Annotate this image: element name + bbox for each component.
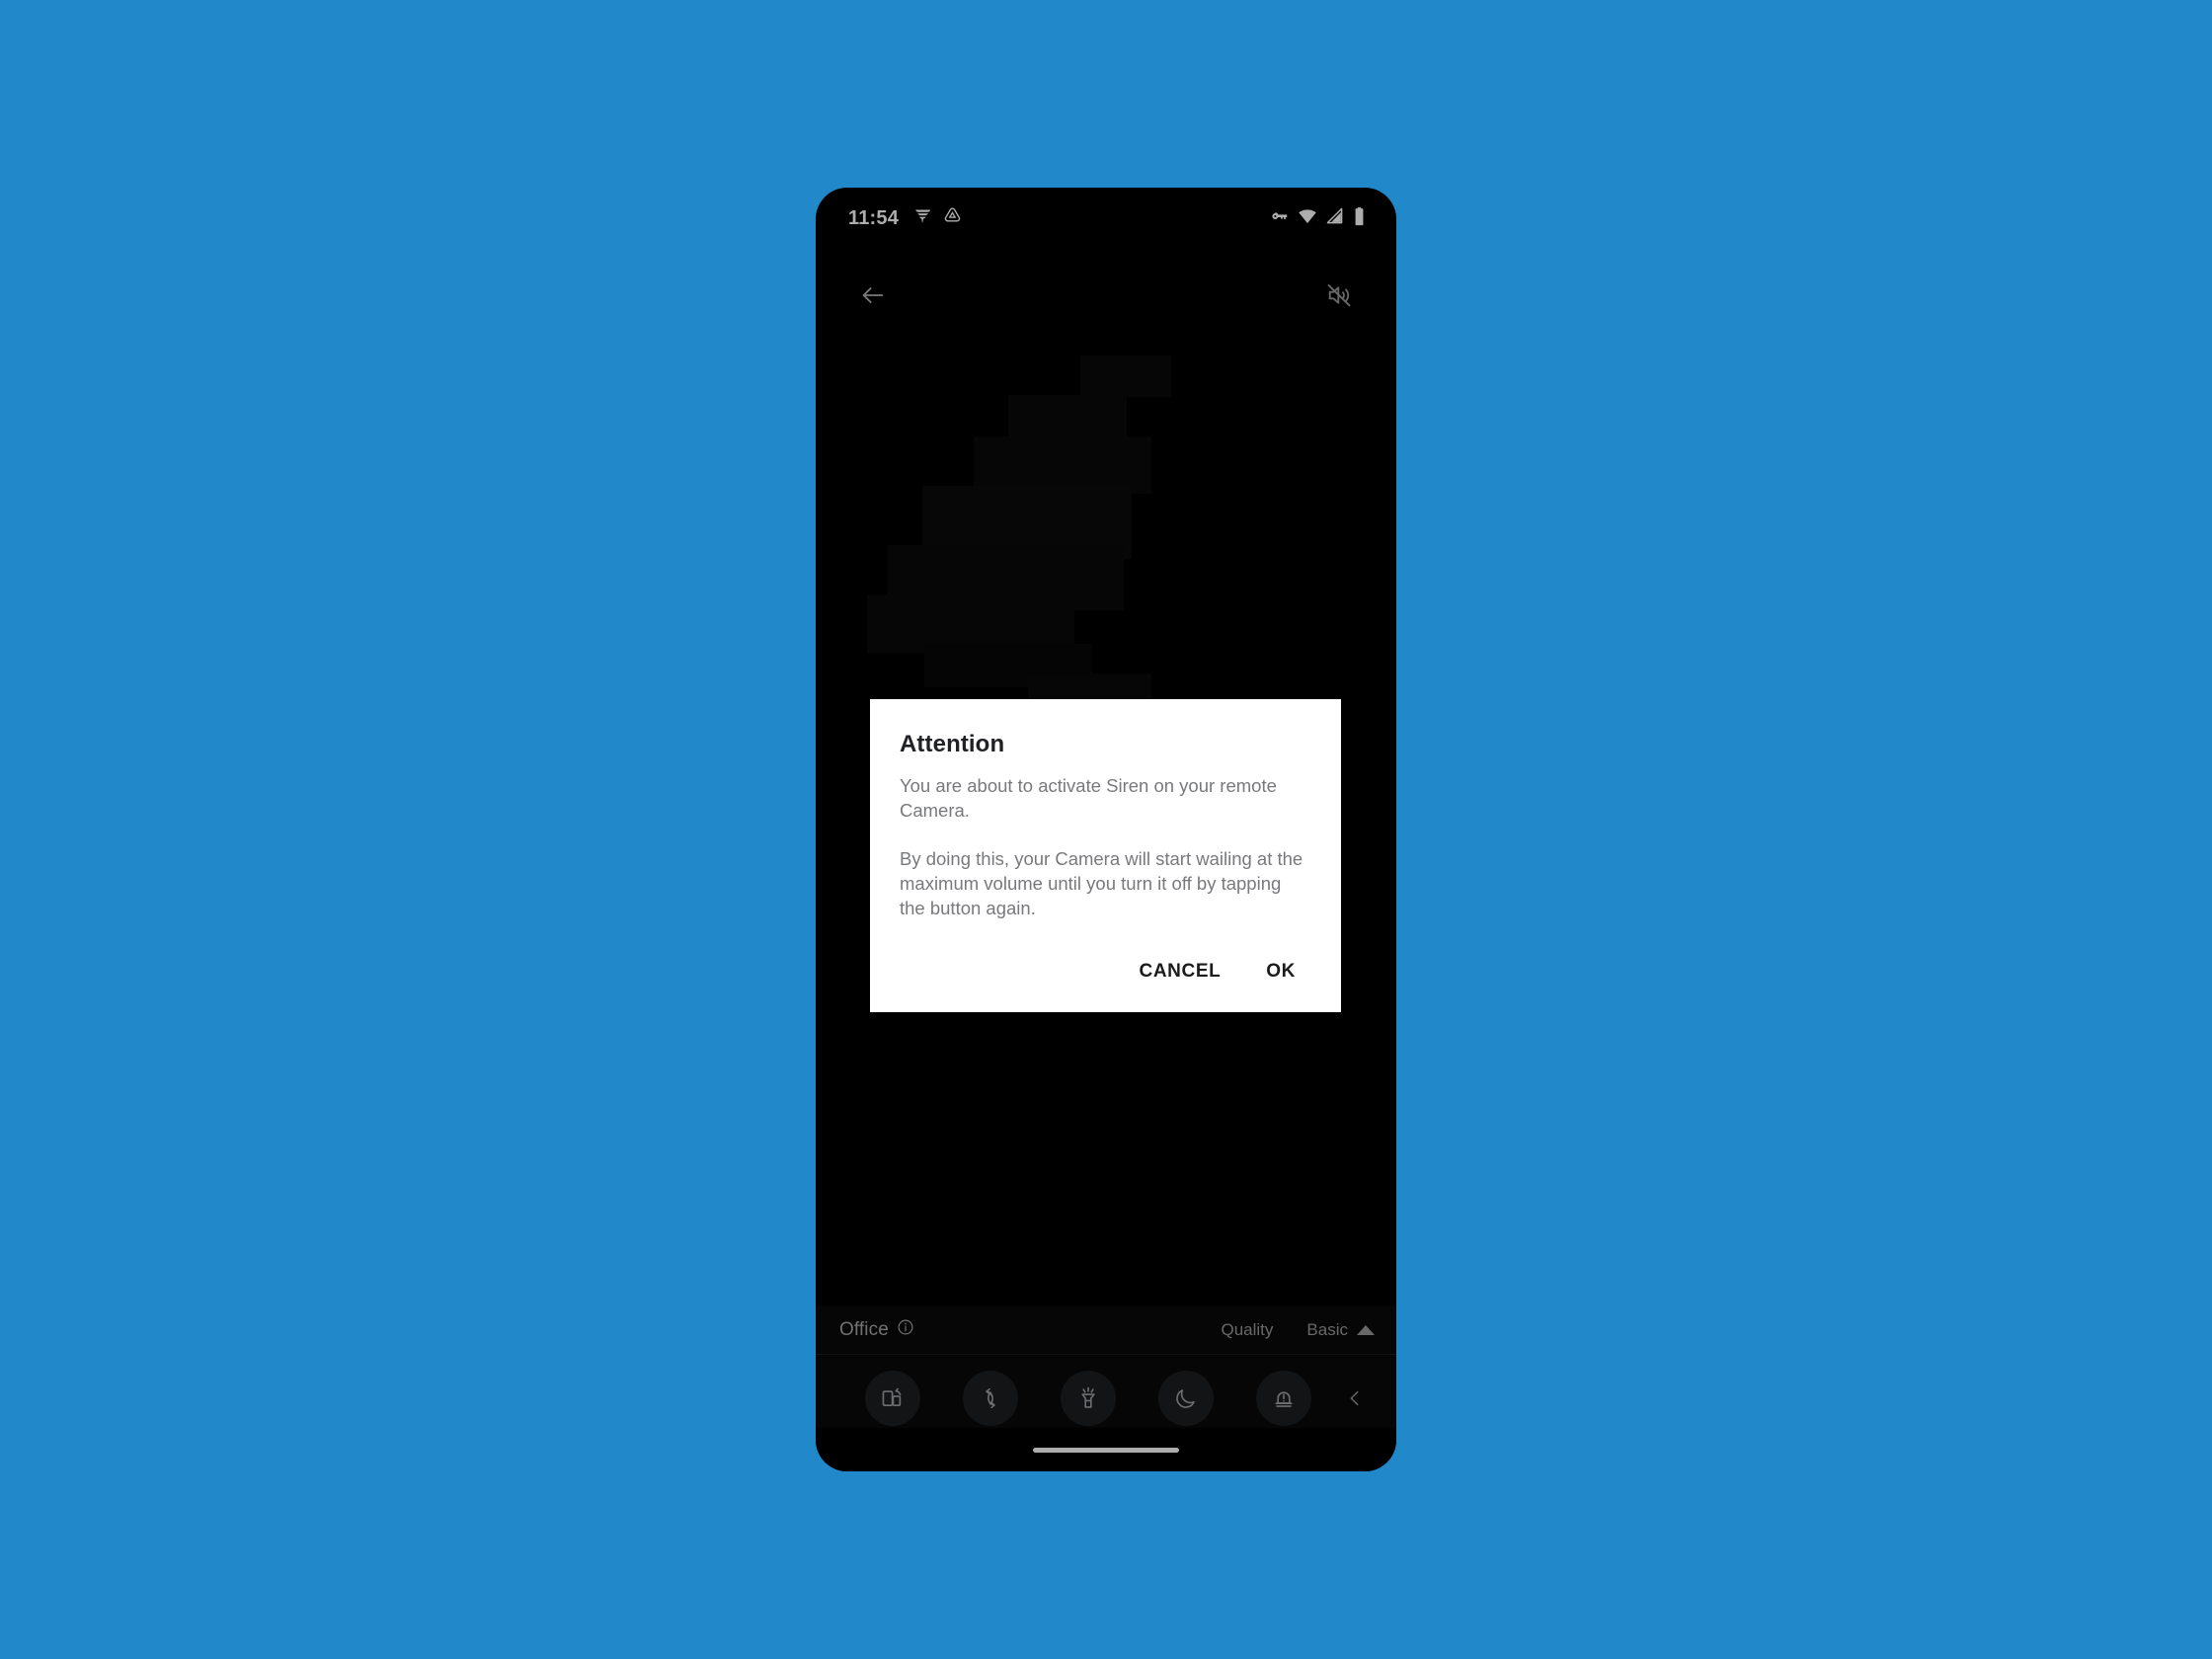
- phone-device-frame: 11:54 Office Quality Basic Attention You…: [816, 188, 1396, 1471]
- dialog-paragraph-2: By doing this, your Camera will start wa…: [900, 847, 1304, 918]
- ok-button[interactable]: OK: [1250, 951, 1311, 992]
- dialog-title: Attention: [900, 731, 1005, 757]
- dialog-paragraph-1: You are about to activate Siren on your …: [900, 775, 1277, 821]
- attention-dialog: Attention You are about to activate Sire…: [870, 699, 1341, 1012]
- dialog-actions: CANCEL OK: [900, 951, 1311, 998]
- cancel-button[interactable]: CANCEL: [1124, 951, 1237, 992]
